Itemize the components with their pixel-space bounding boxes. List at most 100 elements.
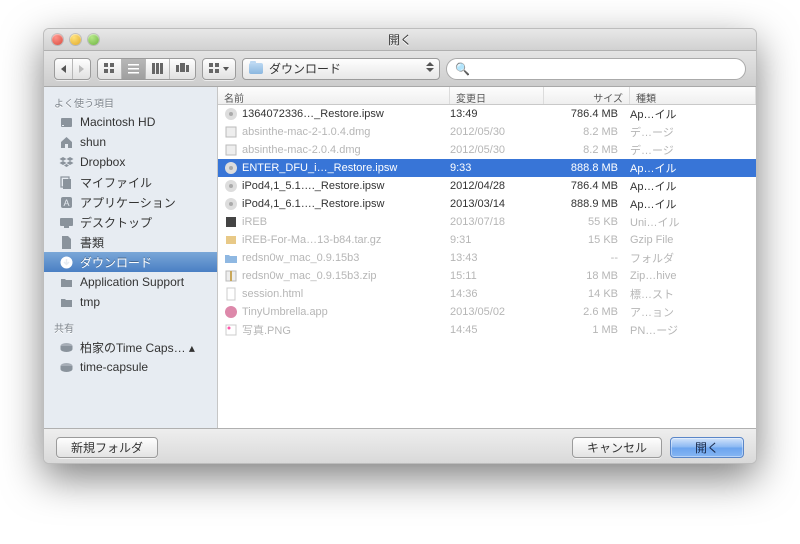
file-modified: 2012/04/28	[450, 180, 544, 192]
file-row[interactable]: iPod4,1_5.1…._Restore.ipsw2012/04/28786.…	[218, 177, 756, 195]
file-size: 14 KB	[544, 288, 630, 300]
file-icon	[224, 179, 238, 193]
sidebar-item-label: Macintosh HD	[80, 115, 155, 129]
file-kind: デ…ージ	[630, 124, 756, 140]
back-button[interactable]	[55, 59, 73, 79]
toolbar: ダウンロード 🔍	[44, 51, 756, 87]
file-icon	[224, 125, 238, 139]
sidebar-item-allfiles[interactable]: マイファイル	[44, 172, 217, 192]
file-kind: Ap…イル	[630, 178, 756, 194]
file-row[interactable]: 写真.PNG14:451 MBPN…ージ	[218, 321, 756, 339]
col-modified[interactable]: 変更日	[450, 87, 544, 104]
sidebar-item-desktop[interactable]: デスクトップ	[44, 212, 217, 232]
sidebar-item-timecapsule[interactable]: time-capsule	[44, 357, 217, 377]
file-name: redsn0w_mac_0.9.15b3.zip	[242, 270, 377, 282]
dropbox-icon	[58, 154, 74, 170]
file-row[interactable]: iPod4,1_6.1…._Restore.ipsw2013/03/14888.…	[218, 195, 756, 213]
file-size: 15 KB	[544, 234, 630, 246]
file-size: 786.4 MB	[544, 180, 630, 192]
sidebar-item-label: Dropbox	[80, 155, 125, 169]
new-folder-button[interactable]: 新規フォルダ	[56, 437, 158, 458]
column-headers: 名前 変更日 サイズ 種類	[218, 87, 756, 105]
file-row[interactable]: 1364072336…_Restore.ipsw13:49786.4 MBAp……	[218, 105, 756, 123]
file-kind: フォルダ	[630, 250, 756, 266]
search-icon: 🔍	[455, 62, 470, 76]
file-name: ENTER_DFU_i…_Restore.ipsw	[242, 162, 397, 174]
apps-icon: A	[58, 194, 74, 210]
col-name[interactable]: 名前	[218, 87, 450, 104]
location-popup[interactable]: ダウンロード	[242, 58, 440, 80]
file-icon	[224, 143, 238, 157]
file-row[interactable]: iREB2013/07/1855 KBUni…イル	[218, 213, 756, 231]
sidebar-item-label: time-capsule	[80, 360, 148, 374]
file-row[interactable]: iREB-For-Ma…13-b84.tar.gz9:3115 KBGzip F…	[218, 231, 756, 249]
folder-icon	[58, 274, 74, 290]
coverflow-view-button[interactable]	[170, 59, 195, 79]
file-kind: Ap…イル	[630, 160, 756, 176]
file-kind: Uni…イル	[630, 214, 756, 230]
location-label: ダウンロード	[269, 60, 341, 77]
timecapsule-icon	[58, 359, 74, 375]
sidebar-item-folder[interactable]: tmp	[44, 292, 217, 312]
file-name: iREB	[242, 216, 267, 228]
sidebar-item-label: 柏家のTime Caps… ▴	[80, 339, 195, 356]
file-size: 18 MB	[544, 270, 630, 282]
file-name: 1364072336…_Restore.ipsw	[242, 108, 384, 120]
search-field-wrapper: 🔍	[446, 58, 746, 80]
file-size: 55 KB	[544, 216, 630, 228]
sidebar-item-label: デスクトップ	[80, 214, 152, 231]
file-name: 写真.PNG	[242, 322, 291, 338]
file-row[interactable]: ENTER_DFU_i…_Restore.ipsw9:33888.8 MBAp……	[218, 159, 756, 177]
file-size: 1 MB	[544, 324, 630, 336]
sidebar-item-label: ダウンロード	[80, 254, 152, 271]
titlebar[interactable]: 開く	[44, 29, 756, 51]
arrange-menu[interactable]	[202, 58, 236, 80]
file-row[interactable]: absinthe-mac-2-1.0.4.dmg2012/05/308.2 MB…	[218, 123, 756, 141]
docs-icon	[58, 234, 74, 250]
timecapsule-icon	[58, 339, 74, 355]
file-icon	[224, 161, 238, 175]
sidebar-item-apps[interactable]: Aアプリケーション	[44, 192, 217, 212]
sidebar-item-label: shun	[80, 135, 106, 149]
file-row[interactable]: redsn0w_mac_0.9.15b3.zip15:1118 MBZip…hi…	[218, 267, 756, 285]
sidebar-shared-header: 共有	[44, 316, 217, 337]
sidebar-item-label: Application Support	[80, 275, 184, 289]
file-name: absinthe-mac-2-1.0.4.dmg	[242, 126, 370, 138]
cancel-button[interactable]: キャンセル	[572, 437, 662, 458]
sidebar-item-drive[interactable]: Macintosh HD	[44, 112, 217, 132]
drive-icon	[58, 114, 74, 130]
sidebar-item-dropbox[interactable]: Dropbox	[44, 152, 217, 172]
icon-view-button[interactable]	[98, 59, 122, 79]
file-modified: 9:31	[450, 234, 544, 246]
file-row[interactable]: absinthe-mac-2.0.4.dmg2012/05/308.2 MBデ……	[218, 141, 756, 159]
file-size: 888.9 MB	[544, 198, 630, 210]
file-modified: 15:11	[450, 270, 544, 282]
file-row[interactable]: TinyUmbrella.app2013/05/022.6 MBア…ョン	[218, 303, 756, 321]
file-icon	[224, 287, 238, 301]
col-kind[interactable]: 種類	[630, 87, 756, 104]
sidebar-item-folder[interactable]: Application Support	[44, 272, 217, 292]
col-size[interactable]: サイズ	[544, 87, 630, 104]
desktop-icon	[58, 214, 74, 230]
search-input[interactable]	[474, 63, 737, 75]
sidebar-item-docs[interactable]: 書類	[44, 232, 217, 252]
forward-button[interactable]	[73, 59, 90, 79]
folder-icon	[58, 294, 74, 310]
file-icon	[224, 305, 238, 319]
sidebar-item-timecapsule[interactable]: 柏家のTime Caps… ▴	[44, 337, 217, 357]
file-row[interactable]: redsn0w_mac_0.9.15b313:43--フォルダ	[218, 249, 756, 267]
sidebar-item-label: 書類	[80, 234, 104, 251]
sidebar-favorites-header: よく使う項目	[44, 91, 217, 112]
file-row[interactable]: session.html14:3614 KB標…スト	[218, 285, 756, 303]
column-view-button[interactable]	[146, 59, 170, 79]
file-icon	[224, 323, 238, 337]
file-icon	[224, 197, 238, 211]
sidebar-item-home[interactable]: shun	[44, 132, 217, 152]
file-name: iREB-For-Ma…13-b84.tar.gz	[242, 234, 381, 246]
open-button[interactable]: 開く	[670, 437, 744, 458]
file-name: absinthe-mac-2.0.4.dmg	[242, 144, 361, 156]
file-size: 888.8 MB	[544, 162, 630, 174]
home-icon	[58, 134, 74, 150]
list-view-button[interactable]	[122, 59, 146, 79]
sidebar-item-downloads[interactable]: ダウンロード	[44, 252, 217, 272]
